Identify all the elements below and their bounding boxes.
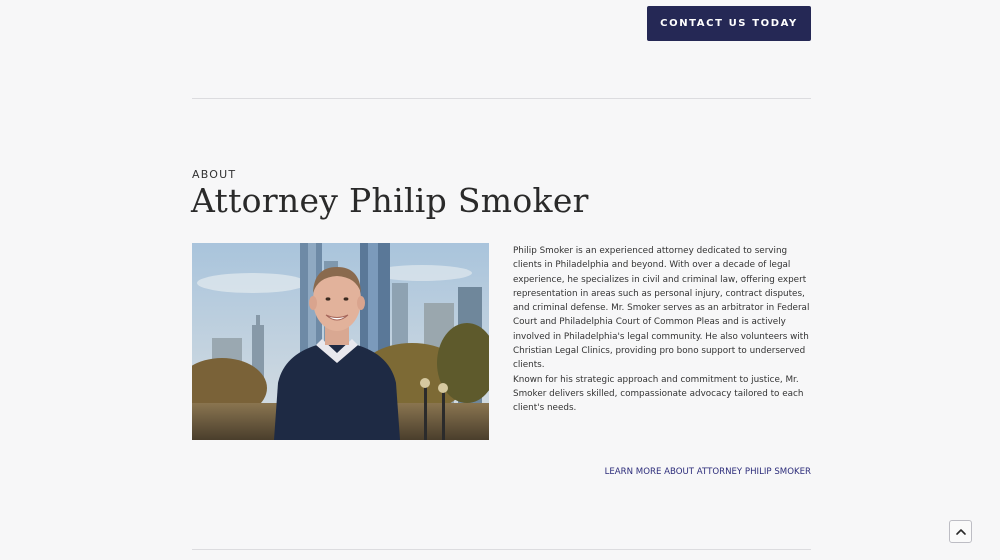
bio-paragraph: Known for his strategic approach and com… — [513, 374, 804, 414]
section-divider-bottom — [192, 549, 811, 550]
contact-us-button[interactable]: CONTACT US TODAY — [647, 6, 811, 41]
page-title: Attorney Philip Smoker — [191, 181, 589, 220]
attorney-photo — [192, 243, 489, 440]
scroll-to-top-button[interactable] — [949, 520, 972, 543]
attorney-bio: Philip Smoker is an experienced attorney… — [513, 244, 811, 416]
page: CONTACT US TODAY ABOUT Attorney Philip S… — [0, 0, 1000, 560]
bio-paragraph: Philip Smoker is an experienced attorney… — [513, 246, 810, 371]
learn-more-link[interactable]: LEARN MORE ABOUT ATTORNEY PHILIP SMOKER — [560, 467, 811, 477]
section-eyebrow: ABOUT — [192, 168, 237, 181]
section-divider-top — [192, 98, 811, 99]
attorney-photo-image — [192, 243, 489, 440]
chevron-up-icon — [955, 528, 966, 535]
